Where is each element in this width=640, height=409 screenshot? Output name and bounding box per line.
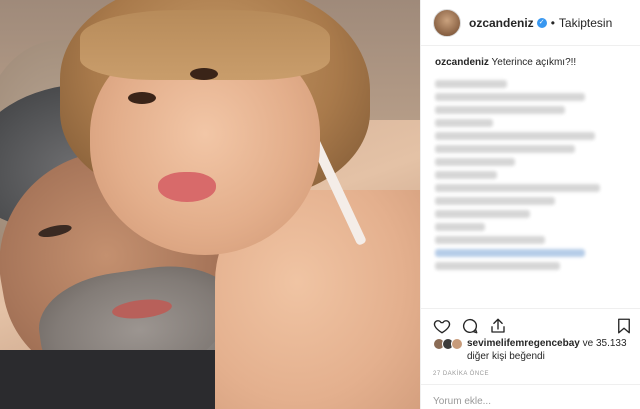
post-header: ozcandeniz ✓ • Takiptesin [421,0,640,46]
post-caption: ozcandeniz Yeterince açıkmı?!! [435,56,629,70]
liker-avatars [433,338,465,363]
share-icon[interactable] [489,317,507,335]
blurred-comment [435,197,555,205]
blurred-comment [435,249,585,257]
post-timestamp[interactable]: 27 DAKİKA ÖNCE [433,371,489,377]
blurred-comment [435,210,530,218]
photo-woman-eye [190,68,218,80]
likes-connector: ve [582,338,594,349]
add-comment-area [421,384,640,409]
likes-text: sevimelifemregencebay ve 35.133 diğer ki… [467,337,638,363]
avatar[interactable] [433,8,461,37]
blurred-comment [435,262,560,270]
photo-woman-lips [158,172,216,202]
bookmark-icon[interactable] [615,317,633,335]
blurred-comment [435,106,565,114]
comments-list[interactable]: ozcandeniz Yeterince açıkmı?!! [421,46,640,308]
blurred-comment [435,223,485,231]
blurred-comment [435,132,595,140]
heart-icon[interactable] [433,317,451,335]
liker-username[interactable]: sevimelifemregencebay [467,338,580,349]
blurred-comment [435,93,585,101]
blurred-comment [435,80,507,88]
post-sidebar: ozcandeniz ✓ • Takiptesin ozcandeniz Yet… [420,0,640,409]
post-actions [421,308,640,336]
caption-username[interactable]: ozcandeniz [435,57,489,68]
caption-text: Yeterince açıkmı?!! [491,57,577,68]
verified-badge-icon: ✓ [536,17,547,28]
blurred-comment [435,158,515,166]
follow-state-button[interactable]: Takiptesin [559,16,612,30]
separator-dot: • [550,15,555,30]
likes-summary[interactable]: sevimelifemregencebay ve 35.133 diğer ki… [433,337,638,363]
blurred-comment [435,145,575,153]
blurred-comment [435,119,493,127]
comment-icon[interactable] [461,317,479,335]
photo-woman-eye [128,92,156,104]
blurred-comment [435,184,600,192]
post-photo[interactable] [0,0,420,409]
username-link[interactable]: ozcandeniz [469,16,534,30]
blurred-comment [435,236,545,244]
avatar [451,338,463,350]
blurred-comment [435,171,497,179]
comment-input[interactable] [433,396,629,407]
